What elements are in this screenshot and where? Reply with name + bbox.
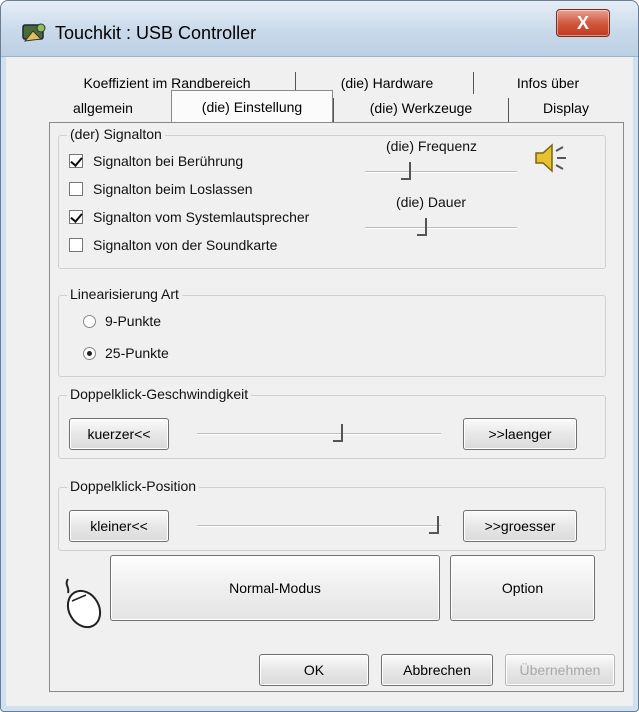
- radio-label: 25-Punkte: [105, 345, 169, 361]
- checkbox-label: Signalton bei Berührung: [93, 153, 244, 169]
- group-title: Linearisierung Art: [67, 286, 182, 302]
- laenger-button[interactable]: >>laenger: [463, 418, 577, 450]
- normal-modus-button[interactable]: Normal-Modus: [110, 555, 440, 621]
- linearisierung-group: Linearisierung Art 9-Punkte 25-Punkte: [58, 286, 606, 377]
- checkbox[interactable]: [69, 154, 83, 168]
- position-slider[interactable]: [197, 516, 441, 536]
- signalton-group: (der) Signalton Signalton bei Berührung …: [58, 126, 606, 269]
- title-bar[interactable]: Touchkit : USB Controller X: [1, 1, 638, 57]
- slider-thumb[interactable]: [333, 424, 343, 442]
- slider-track: [197, 525, 441, 527]
- tab-infos-ueber[interactable]: Infos über: [503, 70, 593, 96]
- checkbox-signalton-soundkarte[interactable]: Signalton von der Soundkarte: [69, 234, 277, 256]
- tab-werkzeuge[interactable]: (die) Werkzeuge: [351, 95, 491, 121]
- checkbox[interactable]: [69, 238, 83, 252]
- geschwindigkeit-slider[interactable]: [197, 424, 441, 444]
- tab-display[interactable]: Display: [531, 95, 601, 121]
- groesser-button[interactable]: >>groesser: [463, 510, 577, 542]
- slider-track: [365, 171, 517, 173]
- checkbox[interactable]: [69, 182, 83, 196]
- checkbox-signalton-beruehrung[interactable]: Signalton bei Berührung: [69, 150, 243, 172]
- close-button[interactable]: X: [556, 9, 610, 37]
- dauer-label: (die) Dauer: [396, 194, 467, 210]
- kleiner-button[interactable]: kleiner<<: [69, 510, 169, 542]
- group-title: Doppelklick-Position: [67, 478, 200, 494]
- frequenz-slider[interactable]: [365, 162, 517, 182]
- tab-einstellung[interactable]: (die) Einstellung: [171, 90, 333, 122]
- doppelklick-geschwindigkeit-group: Doppelklick-Geschwindigkeit kuerzer<< >>…: [58, 386, 606, 459]
- tab-panel-einstellung: (der) Signalton Signalton bei Berührung …: [49, 122, 624, 692]
- client-area: Koeffizient im Randbereich (die) Hardwar…: [11, 58, 628, 703]
- slider-thumb[interactable]: [417, 218, 427, 236]
- radio-25-punkte[interactable]: 25-Punkte: [83, 342, 169, 364]
- slider-thumb[interactable]: [401, 162, 411, 180]
- abbrechen-button[interactable]: Abbrechen: [381, 654, 493, 686]
- group-title: (der) Signalton: [67, 126, 165, 142]
- option-button[interactable]: Option: [450, 555, 595, 621]
- checkbox-signalton-loslassen[interactable]: Signalton beim Loslassen: [69, 178, 253, 200]
- slider-track: [197, 433, 441, 435]
- tab-allgemein[interactable]: allgemein: [57, 95, 149, 121]
- uebernehmen-button[interactable]: Übernehmen: [505, 654, 615, 686]
- tab-separator: [473, 72, 474, 94]
- touchkit-app-icon: [22, 23, 46, 42]
- slider-thumb[interactable]: [429, 516, 439, 534]
- checkbox-label: Signalton beim Loslassen: [93, 181, 253, 197]
- frequenz-label: (die) Frequenz: [386, 138, 478, 154]
- ok-button[interactable]: OK: [259, 654, 369, 686]
- checkbox-label: Signalton von der Soundkarte: [93, 237, 278, 253]
- radio-button[interactable]: [83, 346, 96, 360]
- radio-9-punkte[interactable]: 9-Punkte: [83, 310, 161, 332]
- checkbox[interactable]: [69, 210, 83, 224]
- tab-separator: [508, 98, 509, 122]
- group-title: Doppelklick-Geschwindigkeit: [67, 386, 252, 402]
- window-title: Touchkit : USB Controller: [55, 23, 257, 43]
- doppelklick-position-group: Doppelklick-Position kleiner<< >>groesse…: [58, 478, 606, 551]
- tab-separator: [333, 98, 334, 122]
- speaker-icon[interactable]: [533, 142, 569, 174]
- tab-hardware[interactable]: (die) Hardware: [327, 70, 447, 96]
- dialog-window: Touchkit : USB Controller X Koeffizient …: [0, 0, 639, 712]
- checkbox-label: Signalton vom Systemlautsprecher: [93, 209, 310, 225]
- checkbox-signalton-systemlautsprecher[interactable]: Signalton vom Systemlautsprecher: [69, 206, 309, 228]
- dauer-slider[interactable]: [365, 218, 517, 238]
- kuerzer-button[interactable]: kuerzer<<: [69, 418, 169, 450]
- mouse-icon: [65, 578, 102, 629]
- radio-button[interactable]: [83, 314, 96, 328]
- radio-label: 9-Punkte: [105, 313, 162, 329]
- slider-track: [365, 227, 517, 229]
